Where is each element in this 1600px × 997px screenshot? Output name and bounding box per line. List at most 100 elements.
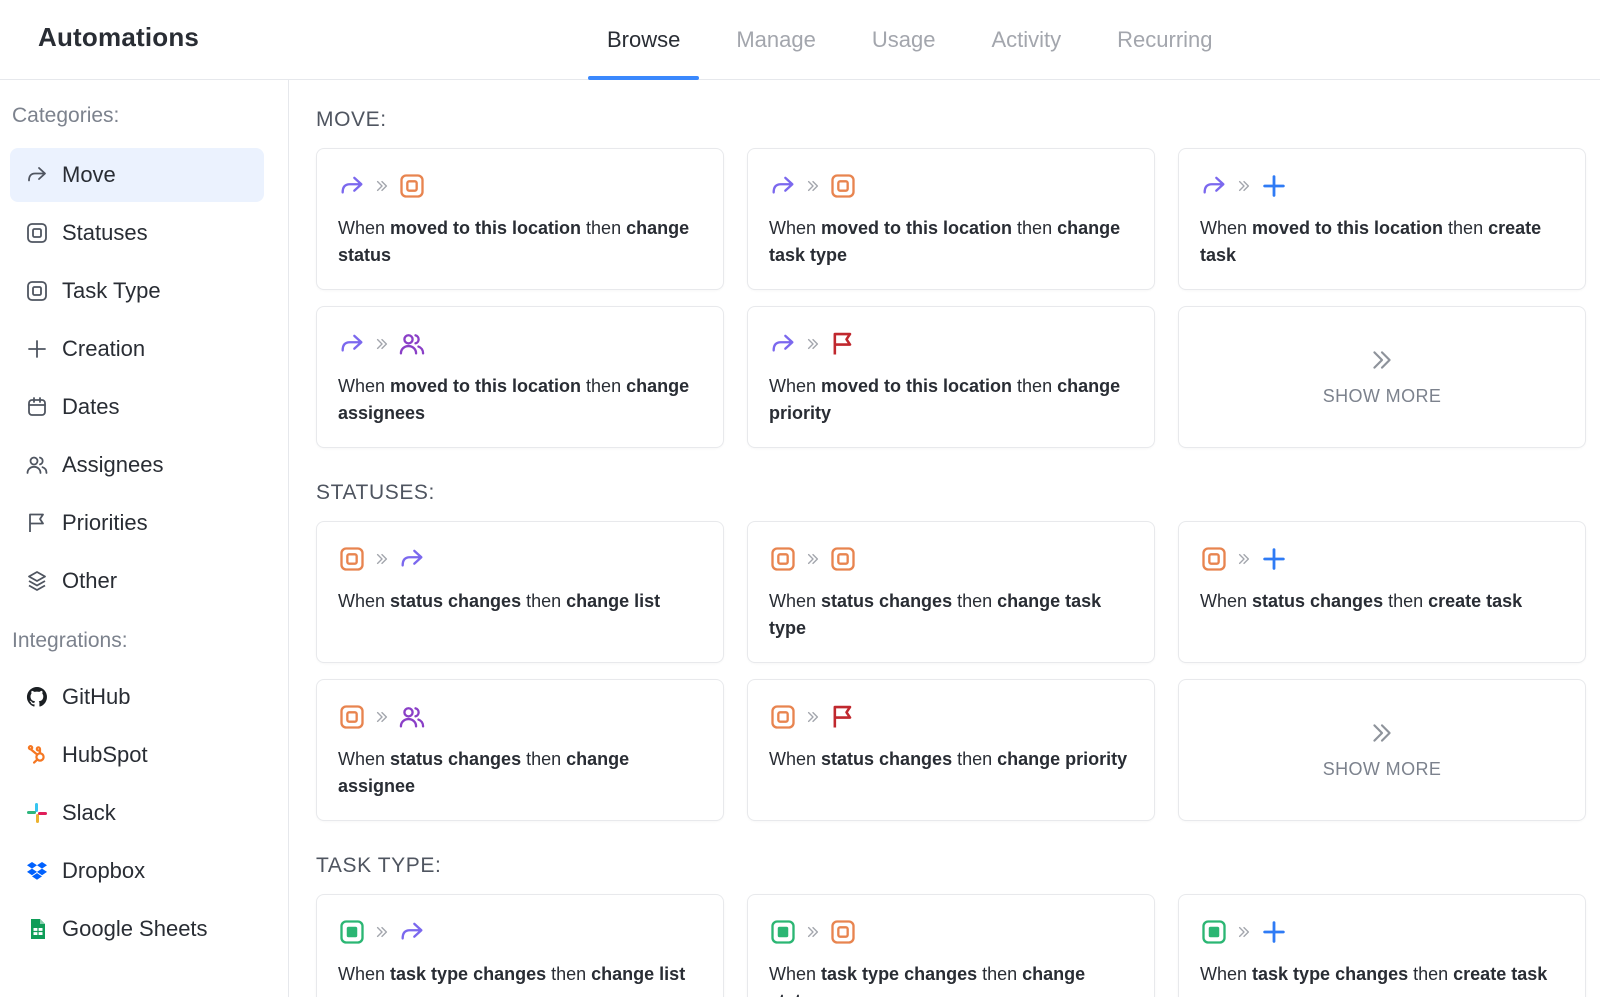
tab-activity[interactable]: Activity bbox=[972, 0, 1080, 80]
action-text: change priority bbox=[997, 749, 1128, 769]
show-more-label: SHOW MORE bbox=[1322, 759, 1442, 779]
move-arrow-icon bbox=[768, 171, 798, 201]
sidebar-item-statuses[interactable]: Statuses bbox=[10, 206, 264, 260]
text-when: When bbox=[769, 218, 822, 238]
trigger-text: moved to this location bbox=[1252, 218, 1444, 238]
text-when: When bbox=[1200, 591, 1253, 611]
chevron-double-icon bbox=[798, 337, 828, 351]
chevron-double-icon bbox=[798, 179, 828, 193]
task-type-icon bbox=[1199, 917, 1229, 947]
automation-template-card[interactable]: When moved to this location then change … bbox=[316, 306, 724, 448]
sidebar-item-label: Priorities bbox=[62, 510, 148, 535]
trigger-text: moved to this location bbox=[821, 218, 1013, 238]
automation-template-card[interactable]: When status changes then change task typ… bbox=[747, 521, 1155, 663]
sidebar-item-task-type[interactable]: Task Type bbox=[10, 264, 264, 318]
automation-template-card[interactable]: When moved to this location then change … bbox=[747, 306, 1155, 448]
chevron-double-icon bbox=[1229, 179, 1259, 193]
sidebar-item-move[interactable]: Move bbox=[10, 148, 264, 202]
automation-icons bbox=[1199, 171, 1289, 201]
chevron-double-icon bbox=[798, 710, 828, 724]
assignees-icon bbox=[397, 329, 427, 359]
status-icon bbox=[337, 702, 367, 732]
automation-template-card[interactable]: When status changes then change assignee bbox=[316, 679, 724, 821]
sidebar-item-other[interactable]: Other bbox=[10, 554, 264, 608]
text-then: then bbox=[521, 749, 567, 769]
sidebar-item-creation[interactable]: Creation bbox=[10, 322, 264, 376]
text-then: then bbox=[952, 591, 998, 611]
sidebar-item-assignees[interactable]: Assignees bbox=[10, 438, 264, 492]
automation-icons bbox=[337, 544, 427, 574]
sidebar-item-github[interactable]: GitHub bbox=[10, 670, 264, 724]
text-when: When bbox=[769, 376, 822, 396]
sidebar-item-priorities[interactable]: Priorities bbox=[10, 496, 264, 550]
status-icon bbox=[828, 171, 858, 201]
sidebar-item-google-sheets[interactable]: Google Sheets bbox=[10, 902, 264, 956]
status-icon bbox=[828, 917, 858, 947]
trigger-text: status changes bbox=[1252, 591, 1384, 611]
text-when: When bbox=[769, 964, 822, 984]
task-type-icon bbox=[337, 917, 367, 947]
tab-recurring[interactable]: Recurring bbox=[1098, 0, 1231, 80]
text-then: then bbox=[1408, 964, 1454, 984]
chevron-double-icon bbox=[1369, 720, 1395, 751]
automation-template-card[interactable]: When moved to this location then change … bbox=[316, 148, 724, 290]
automation-description: When moved to this location then change … bbox=[338, 373, 701, 427]
text-when: When bbox=[338, 376, 391, 396]
automation-description: When moved to this location then change … bbox=[338, 215, 701, 269]
automation-icons bbox=[337, 917, 427, 947]
chevron-double-icon bbox=[1229, 552, 1259, 566]
text-then: then bbox=[977, 964, 1023, 984]
chevron-double-icon bbox=[798, 925, 828, 939]
sidebar: Categories: Move Statuses Task Type Creatio… bbox=[0, 80, 289, 997]
automation-template-card[interactable]: When status changes then change priority bbox=[747, 679, 1155, 821]
show-more-card[interactable]: SHOW MORE bbox=[1178, 679, 1586, 821]
sidebar-item-dropbox[interactable]: Dropbox bbox=[10, 844, 264, 898]
tab-manage[interactable]: Manage bbox=[717, 0, 835, 80]
tab-usage[interactable]: Usage bbox=[853, 0, 955, 80]
automation-template-card[interactable]: When status changes then create task bbox=[1178, 521, 1586, 663]
automation-template-card[interactable]: When status changes then change list bbox=[316, 521, 724, 663]
text-when: When bbox=[338, 218, 391, 238]
automation-icons bbox=[768, 917, 858, 947]
chevron-double-icon bbox=[367, 925, 397, 939]
automation-template-card[interactable]: When moved to this location then change … bbox=[747, 148, 1155, 290]
move-arrow-icon bbox=[397, 544, 427, 574]
page-title: Automations bbox=[38, 22, 200, 52]
section-title: STATUSES: bbox=[316, 481, 435, 504]
flag-icon bbox=[828, 329, 858, 359]
sidebar-item-slack[interactable]: Slack bbox=[10, 786, 264, 840]
automation-description: When moved to this location then change … bbox=[769, 215, 1132, 269]
show-more-card[interactable]: SHOW MORE bbox=[1178, 306, 1586, 448]
automation-description: When task type changes then change list bbox=[338, 961, 701, 988]
automation-template-card[interactable]: When moved to this location then create … bbox=[1178, 148, 1586, 290]
status-icon bbox=[768, 544, 798, 574]
github-icon bbox=[24, 684, 50, 710]
sidebar-item-label: Dropbox bbox=[62, 858, 146, 883]
sidebar-item-label: GitHub bbox=[62, 684, 131, 709]
automation-icons bbox=[768, 329, 858, 359]
automation-template-card[interactable]: When task type changes then change list bbox=[316, 894, 724, 997]
calendar-icon bbox=[24, 394, 50, 420]
trigger-text: task type changes bbox=[1252, 964, 1409, 984]
sidebar-item-label: Other bbox=[62, 568, 118, 593]
section-title: MOVE: bbox=[316, 108, 387, 131]
slack-icon bbox=[24, 800, 50, 826]
status-icon bbox=[828, 544, 858, 574]
tab-browse[interactable]: Browse bbox=[588, 0, 700, 80]
plus-icon bbox=[1259, 917, 1289, 947]
status-icon bbox=[1199, 544, 1229, 574]
text-then: then bbox=[1012, 376, 1058, 396]
task-type-icon bbox=[24, 278, 50, 304]
automation-template-card[interactable]: When task type changes then create task bbox=[1178, 894, 1586, 997]
sidebar-item-dates[interactable]: Dates bbox=[10, 380, 264, 434]
action-text: change list bbox=[566, 591, 661, 611]
layers-icon bbox=[24, 568, 50, 594]
automation-icons bbox=[1199, 544, 1289, 574]
move-arrow-icon bbox=[768, 329, 798, 359]
sidebar-item-hubspot[interactable]: HubSpot bbox=[10, 728, 264, 782]
automation-template-card[interactable]: When task type changes then change statu… bbox=[747, 894, 1155, 997]
flag-icon bbox=[24, 510, 50, 536]
integrations-heading: Integrations: bbox=[12, 629, 128, 652]
move-arrow-icon bbox=[337, 171, 367, 201]
sidebar-item-label: Assignees bbox=[62, 452, 164, 477]
